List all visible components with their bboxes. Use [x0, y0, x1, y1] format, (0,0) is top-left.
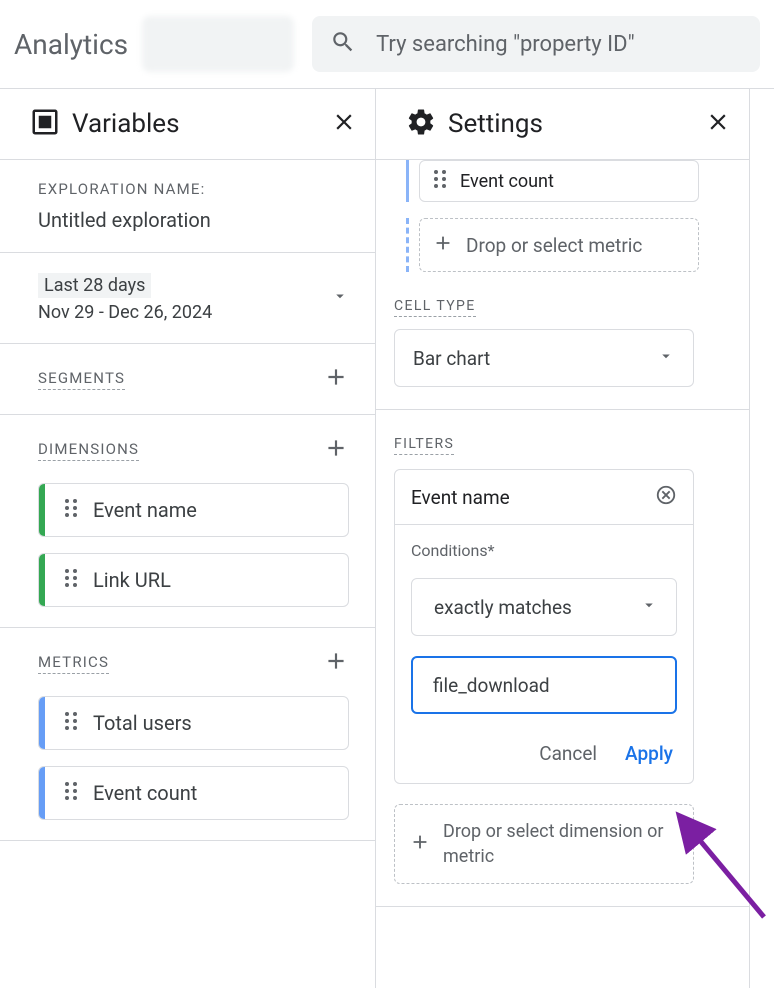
date-range-section[interactable]: Last 28 days Nov 29 - Dec 26, 2024	[0, 252, 375, 343]
add-metric-button[interactable]	[323, 648, 349, 678]
metrics-section: METRICS Total users Event count	[0, 627, 375, 840]
dimension-chip-label: Event name	[93, 498, 197, 522]
exploration-name-input[interactable]: Untitled exploration	[38, 208, 349, 232]
remove-filter-button[interactable]	[655, 484, 677, 510]
metric-chip-label: Event count	[93, 781, 197, 805]
add-segment-button[interactable]	[323, 364, 349, 394]
plus-icon	[409, 831, 431, 857]
filter-header: Event name	[395, 470, 693, 525]
search-input[interactable]: Try searching "property ID"	[312, 16, 760, 72]
drop-filter-zone[interactable]: Drop or select dimension or metric	[394, 804, 694, 884]
exploration-name-section: EXPLORATION NAME: Untitled exploration	[0, 159, 375, 252]
segments-section: SEGMENTS	[0, 343, 375, 414]
settings-title: Settings	[448, 109, 693, 139]
dimension-chip[interactable]: Link URL	[38, 553, 349, 607]
drag-handle-icon	[63, 566, 79, 594]
dimension-chip-label: Link URL	[93, 568, 171, 592]
close-icon[interactable]	[705, 109, 731, 139]
variables-panel: Variables EXPLORATION NAME: Untitled exp…	[0, 89, 376, 988]
drop-filter-label: Drop or select dimension or metric	[443, 819, 679, 869]
metric-chip-label: Total users	[93, 711, 192, 735]
drag-handle-icon	[63, 779, 79, 807]
variables-title: Variables	[72, 109, 319, 139]
metrics-label: METRICS	[38, 653, 109, 674]
chevron-down-icon	[640, 596, 658, 618]
metric-chip[interactable]: Event count	[38, 766, 349, 820]
values-metric-label: Event count	[460, 171, 554, 192]
date-preset: Last 28 days	[38, 273, 151, 298]
exploration-name-label: EXPLORATION NAME:	[38, 180, 349, 198]
filter-value-input[interactable]: file_download	[411, 656, 677, 714]
cell-type-value: Bar chart	[413, 347, 490, 370]
drop-metric-label: Drop or select metric	[466, 234, 642, 257]
filters-label: FILTERS	[394, 436, 454, 455]
chevron-down-icon	[331, 287, 349, 309]
match-type-select[interactable]: exactly matches	[411, 578, 677, 636]
date-range: Nov 29 - Dec 26, 2024	[38, 302, 212, 323]
filter-value: file_download	[433, 674, 550, 697]
dimensions-label: DIMENSIONS	[38, 440, 139, 461]
values-metric-chip[interactable]: Event count	[419, 160, 699, 202]
cell-type-select[interactable]: Bar chart	[394, 329, 694, 387]
chevron-down-icon	[657, 347, 675, 369]
variables-header: Variables	[0, 89, 375, 159]
variables-icon	[30, 107, 60, 141]
close-icon[interactable]	[331, 109, 357, 139]
gear-icon	[406, 107, 436, 141]
settings-header: Settings	[376, 89, 749, 159]
account-selector[interactable]	[142, 16, 294, 72]
search-placeholder: Try searching "property ID"	[376, 32, 635, 57]
drag-handle-icon	[63, 496, 79, 524]
conditions-label: Conditions*	[411, 541, 677, 560]
top-bar: Analytics Try searching "property ID"	[0, 0, 774, 88]
plus-icon	[432, 232, 454, 258]
filter-dimension: Event name	[411, 486, 510, 509]
filter-card: Event name Conditions* exactly matches	[394, 469, 694, 784]
drag-handle-icon	[63, 709, 79, 737]
apply-button[interactable]: Apply	[625, 742, 673, 765]
metric-chip[interactable]: Total users	[38, 696, 349, 750]
cell-type-label: CELL TYPE	[394, 298, 476, 317]
drop-metric-zone[interactable]: Drop or select metric	[419, 218, 699, 272]
match-type-value: exactly matches	[434, 596, 572, 619]
search-icon	[330, 29, 356, 59]
settings-panel: Settings Event count Drop o	[376, 89, 750, 988]
dimension-chip[interactable]: Event name	[38, 483, 349, 537]
add-dimension-button[interactable]	[323, 435, 349, 465]
drag-handle-icon	[432, 167, 448, 195]
segments-label: SEGMENTS	[38, 369, 125, 390]
app-title: Analytics	[14, 28, 128, 61]
dimensions-section: DIMENSIONS Event name Link URL	[0, 414, 375, 627]
cancel-button[interactable]: Cancel	[539, 742, 597, 765]
